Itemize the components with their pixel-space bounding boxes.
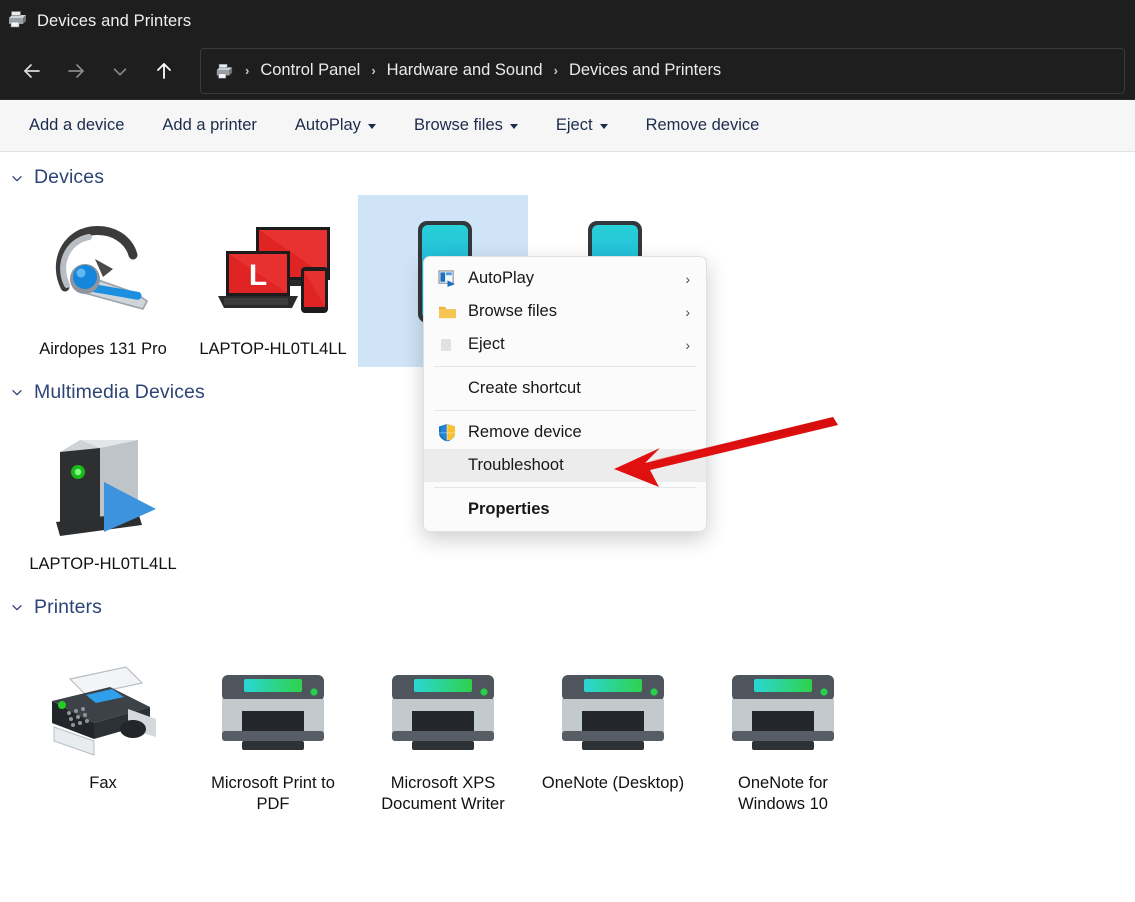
- device-tile-airdopes[interactable]: Airdopes 131 Pro: [18, 195, 188, 367]
- printer-icon: [6, 9, 28, 34]
- device-label: Fax: [89, 773, 117, 792]
- context-menu-item-browse-files[interactable]: Browse files ›: [424, 295, 706, 328]
- breadcrumb-separator: ›: [245, 63, 250, 78]
- breadcrumb-item-hardware-and-sound[interactable]: Hardware and Sound: [381, 58, 549, 83]
- printer-tile-onenote-desktop[interactable]: OneNote (Desktop): [528, 629, 698, 823]
- section-title: Devices: [34, 166, 105, 188]
- context-menu-item-troubleshoot[interactable]: Troubleshoot: [424, 449, 706, 482]
- toolbar-label: AutoPlay: [294, 116, 361, 134]
- up-arrow-icon[interactable]: [142, 51, 186, 91]
- toolbar-label: Add a printer: [162, 116, 257, 134]
- context-menu-separator: [434, 487, 696, 488]
- chevron-right-icon: ›: [685, 270, 690, 287]
- autoplay-icon: [438, 270, 468, 287]
- section-header-devices[interactable]: Devices: [0, 166, 1135, 189]
- device-label: LAPTOP-HL0TL4LL: [199, 340, 347, 358]
- breadcrumb-item-control-panel[interactable]: Control Panel: [254, 58, 366, 83]
- context-menu-label: AutoPlay: [468, 269, 535, 287]
- chevron-down-icon: [12, 605, 22, 611]
- section-header-printers[interactable]: Printers: [0, 596, 1135, 619]
- context-menu-label: Remove device: [468, 423, 582, 441]
- printer-tile-onenote-windows10[interactable]: OneNote for Windows 10: [698, 629, 868, 823]
- window-title: Devices and Printers: [37, 11, 192, 30]
- breadcrumb-separator: ›: [371, 63, 376, 78]
- printer-icon: [718, 643, 848, 761]
- eject-icon: [438, 337, 468, 353]
- forward-arrow-icon[interactable]: [54, 51, 98, 91]
- chevron-right-icon: ›: [685, 303, 690, 320]
- toolbar-add-a-device[interactable]: Add a device: [16, 109, 137, 142]
- breadcrumb-separator: ›: [553, 63, 558, 78]
- chevron-down-icon: [599, 124, 608, 129]
- back-arrow-icon[interactable]: [10, 51, 54, 91]
- fax-icon: [38, 643, 168, 761]
- bluetooth-headset-icon: [43, 209, 163, 327]
- printer-icon: [548, 643, 678, 761]
- navigation-bar: › Control Panel › Hardware and Sound › D…: [0, 42, 1135, 100]
- context-menu-item-create-shortcut[interactable]: Create shortcut: [424, 372, 706, 405]
- context-menu-item-properties[interactable]: Properties: [424, 493, 706, 526]
- toolbar-label: Add a device: [29, 116, 125, 134]
- chevron-down-icon: [12, 390, 22, 396]
- printer-tile-print-to-pdf[interactable]: Microsoft Print to PDF: [188, 629, 358, 823]
- chevron-down-icon: [12, 175, 22, 181]
- device-label: OneNote for Windows 10: [738, 773, 828, 814]
- context-menu-label: Eject: [468, 335, 505, 353]
- printer-icon: [378, 643, 508, 761]
- breadcrumb-printer-icon: [213, 62, 235, 80]
- context-menu-item-autoplay[interactable]: AutoPlay ›: [424, 262, 706, 295]
- media-tower-icon: [38, 424, 168, 542]
- red-devices-icon: L: [206, 209, 341, 327]
- devices-and-printers-window: Devices and Printers › Control Panel › H…: [0, 0, 1135, 902]
- chevron-right-icon: ›: [685, 336, 690, 353]
- context-menu: AutoPlay › Browse files › Eject › Create…: [423, 256, 707, 532]
- toolbar-eject[interactable]: Eject: [543, 109, 621, 142]
- media-device-tile[interactable]: LAPTOP-HL0TL4LL: [18, 410, 188, 582]
- printer-icon: [208, 643, 338, 761]
- breadcrumb-item-devices-and-printers[interactable]: Devices and Printers: [563, 58, 727, 83]
- device-label: OneNote (Desktop): [541, 773, 685, 792]
- section-title: Printers: [34, 595, 102, 618]
- printers-grid: Fax Microsoft Print to PDF Microsoft XPS…: [0, 629, 1135, 823]
- toolbar-browse-files[interactable]: Browse files: [401, 109, 531, 142]
- toolbar-label: Browse files: [413, 116, 503, 134]
- chevron-down-icon: [509, 124, 518, 129]
- context-menu-label: Troubleshoot: [468, 456, 564, 474]
- chevron-down-icon: [367, 124, 376, 129]
- context-menu-separator: [434, 410, 696, 411]
- device-label: Microsoft XPS Document Writer: [381, 773, 505, 814]
- toolbar-label: Eject: [555, 116, 593, 134]
- context-menu-item-eject[interactable]: Eject ›: [424, 328, 706, 361]
- printer-tile-fax[interactable]: Fax: [18, 629, 188, 823]
- context-menu-separator: [434, 366, 696, 367]
- printer-tile-xps-writer[interactable]: Microsoft XPS Document Writer: [358, 629, 528, 823]
- chevron-down-icon[interactable]: [98, 51, 142, 91]
- svg-text:L: L: [248, 259, 266, 292]
- context-menu-label: Browse files: [468, 302, 557, 320]
- toolbar-autoplay[interactable]: AutoPlay: [282, 109, 389, 142]
- device-label: Microsoft Print to PDF: [211, 773, 335, 814]
- context-menu-item-remove-device[interactable]: Remove device: [424, 416, 706, 449]
- context-menu-label: Create shortcut: [468, 379, 581, 397]
- section-title: Multimedia Devices: [34, 380, 205, 403]
- title-bar: Devices and Printers: [0, 0, 1135, 42]
- device-label: Airdopes 131 Pro: [39, 340, 167, 358]
- command-toolbar: Add a device Add a printer AutoPlay Brow…: [0, 100, 1135, 152]
- toolbar-remove-device[interactable]: Remove device: [633, 109, 773, 142]
- toolbar-add-a-printer[interactable]: Add a printer: [149, 109, 269, 142]
- context-menu-label: Properties: [468, 500, 550, 518]
- folder-icon: [438, 304, 468, 320]
- toolbar-label: Remove device: [645, 116, 760, 134]
- breadcrumb[interactable]: › Control Panel › Hardware and Sound › D…: [200, 47, 1125, 94]
- shield-icon: [438, 423, 468, 442]
- device-label: LAPTOP-HL0TL4LL: [29, 554, 177, 573]
- device-tile-laptop[interactable]: L LAPTOP-HL0TL4LL: [188, 195, 358, 367]
